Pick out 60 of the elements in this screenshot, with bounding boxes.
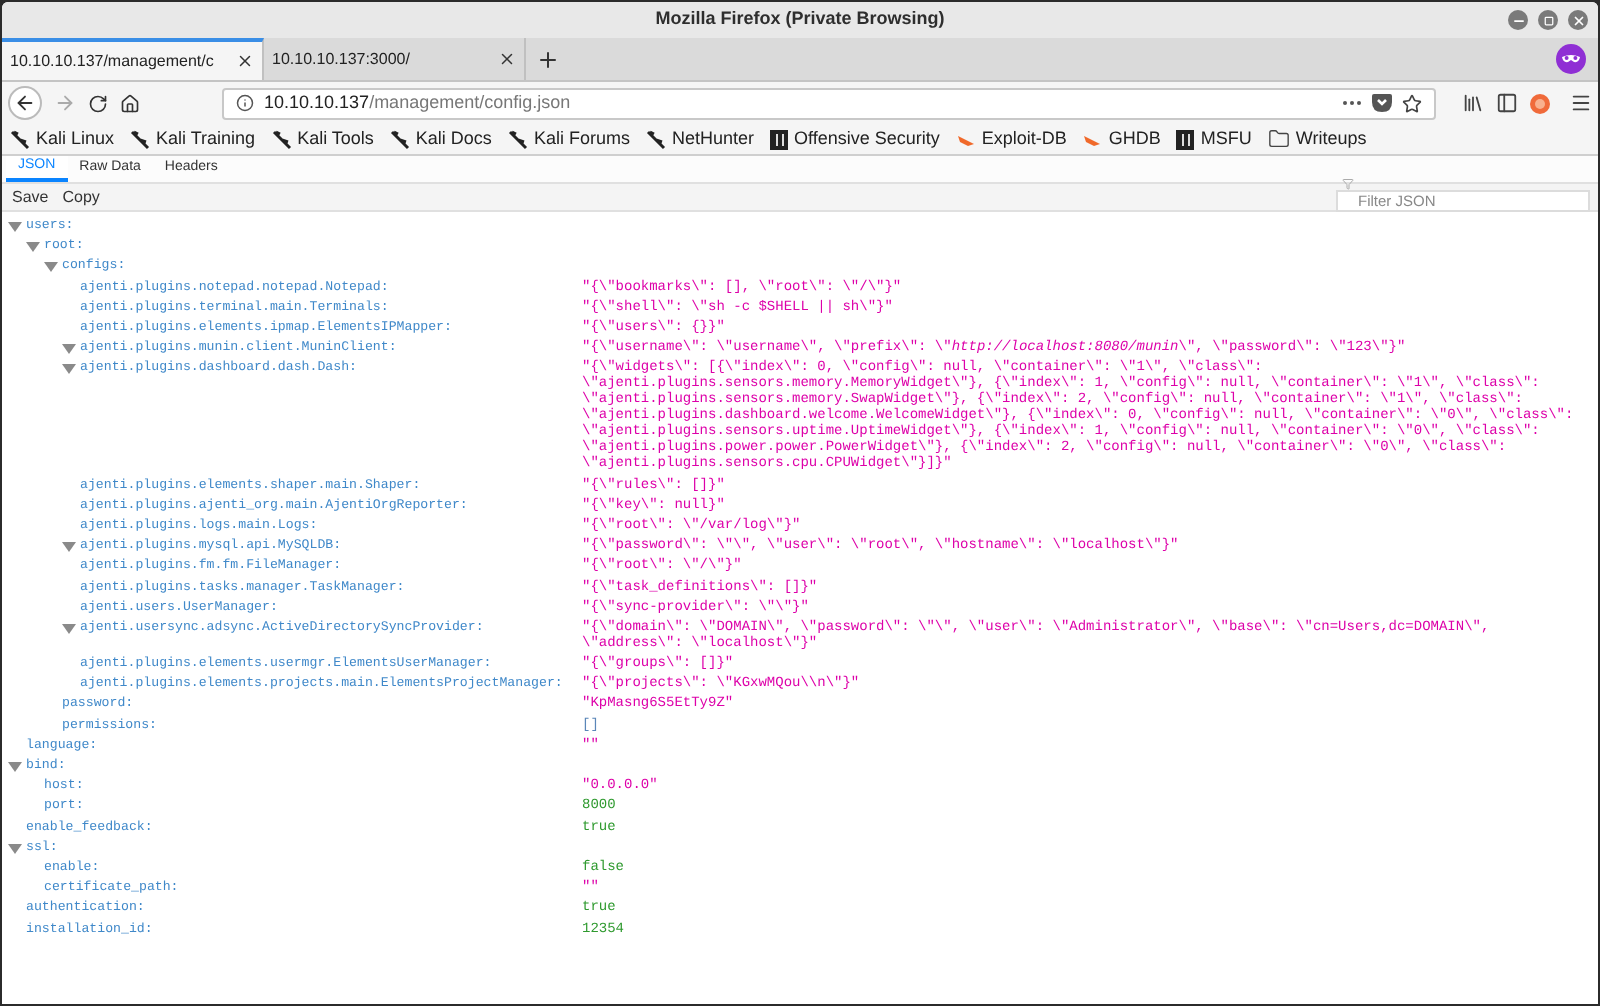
expand-triangle-icon[interactable] [62, 344, 76, 355]
dragon-icon [10, 129, 30, 149]
close-icon [1571, 13, 1585, 27]
bookmark-item[interactable]: Kali Forums [507, 125, 630, 153]
expand-triangle-icon[interactable] [8, 222, 22, 233]
close-icon[interactable] [236, 52, 254, 70]
bookmark-item[interactable]: Kali Training [130, 125, 256, 153]
maximize-button[interactable] [1538, 10, 1558, 30]
dragon-icon [507, 129, 528, 149]
close-icon[interactable] [498, 50, 516, 68]
address-bar[interactable]: 10.10.10.137/management/config.json [222, 87, 1436, 119]
close-button[interactable] [1568, 10, 1588, 30]
expand-triangle-icon[interactable] [62, 542, 76, 553]
menu-icon[interactable] [1570, 92, 1592, 114]
back-button[interactable] [8, 86, 42, 120]
tab-title: 10.10.10.137/management/c [10, 49, 216, 73]
tab-title: 10.10.10.137:3000/ [272, 47, 412, 71]
browser-tab[interactable]: 10.10.10.137/management/c [2, 38, 264, 80]
bookmark-item[interactable]: Kali Linux [10, 125, 115, 153]
sidebar-icon[interactable] [1496, 92, 1518, 114]
expand-triangle-icon[interactable] [62, 623, 76, 634]
bookmark-item[interactable]: NetHunter [645, 125, 754, 153]
expand-triangle-icon[interactable] [26, 242, 40, 253]
bookmark-item[interactable]: Offensive Security [769, 125, 940, 153]
minimize-button[interactable] [1508, 10, 1528, 30]
url-path: /management/config.json [369, 89, 571, 116]
bookmark-item[interactable]: Kali Docs [389, 125, 492, 153]
toolbar-button[interactable]: Save [6, 185, 55, 209]
bookmark-item[interactable]: Writeups [1267, 125, 1367, 153]
dragon-icon [130, 129, 151, 149]
library-icon[interactable] [1462, 92, 1484, 114]
folder-icon [1267, 128, 1290, 150]
bookmark-icon [769, 129, 788, 149]
expand-triangle-icon[interactable] [44, 262, 58, 273]
filter-icon [1342, 178, 1354, 190]
bookmark-item[interactable]: GHDB [1082, 125, 1161, 153]
bookmark-item[interactable]: Exploit-DB [955, 125, 1067, 153]
bookmark-item[interactable]: Kali Tools [271, 125, 374, 153]
expand-triangle-icon[interactable] [8, 762, 22, 773]
new-tab-icon[interactable] [536, 47, 560, 71]
dragon-icon [389, 129, 410, 149]
info-icon [236, 94, 254, 112]
expand-triangle-icon[interactable] [62, 364, 76, 375]
reload-icon[interactable] [88, 93, 108, 113]
bookmark-item[interactable]: MSFU [1176, 125, 1252, 153]
toolbar-button[interactable]: Copy [56, 185, 106, 209]
window-title: Mozilla Firefox (Private Browsing) [655, 6, 945, 33]
extension-icon[interactable] [1530, 93, 1550, 113]
dragon-icon [645, 129, 666, 149]
expand-triangle-icon[interactable] [8, 843, 22, 854]
pocket-icon[interactable] [1372, 94, 1392, 112]
back-arrow-icon [14, 92, 36, 114]
dragon-icon [271, 129, 292, 149]
private-mask-icon [1556, 44, 1586, 74]
maximize-icon [1543, 15, 1553, 25]
bookmark-icon [1176, 129, 1195, 149]
home-icon[interactable] [120, 93, 140, 113]
more-dots-icon[interactable] [1342, 100, 1362, 106]
star-icon[interactable] [1402, 93, 1422, 113]
url-host: 10.10.10.137 [264, 89, 370, 116]
